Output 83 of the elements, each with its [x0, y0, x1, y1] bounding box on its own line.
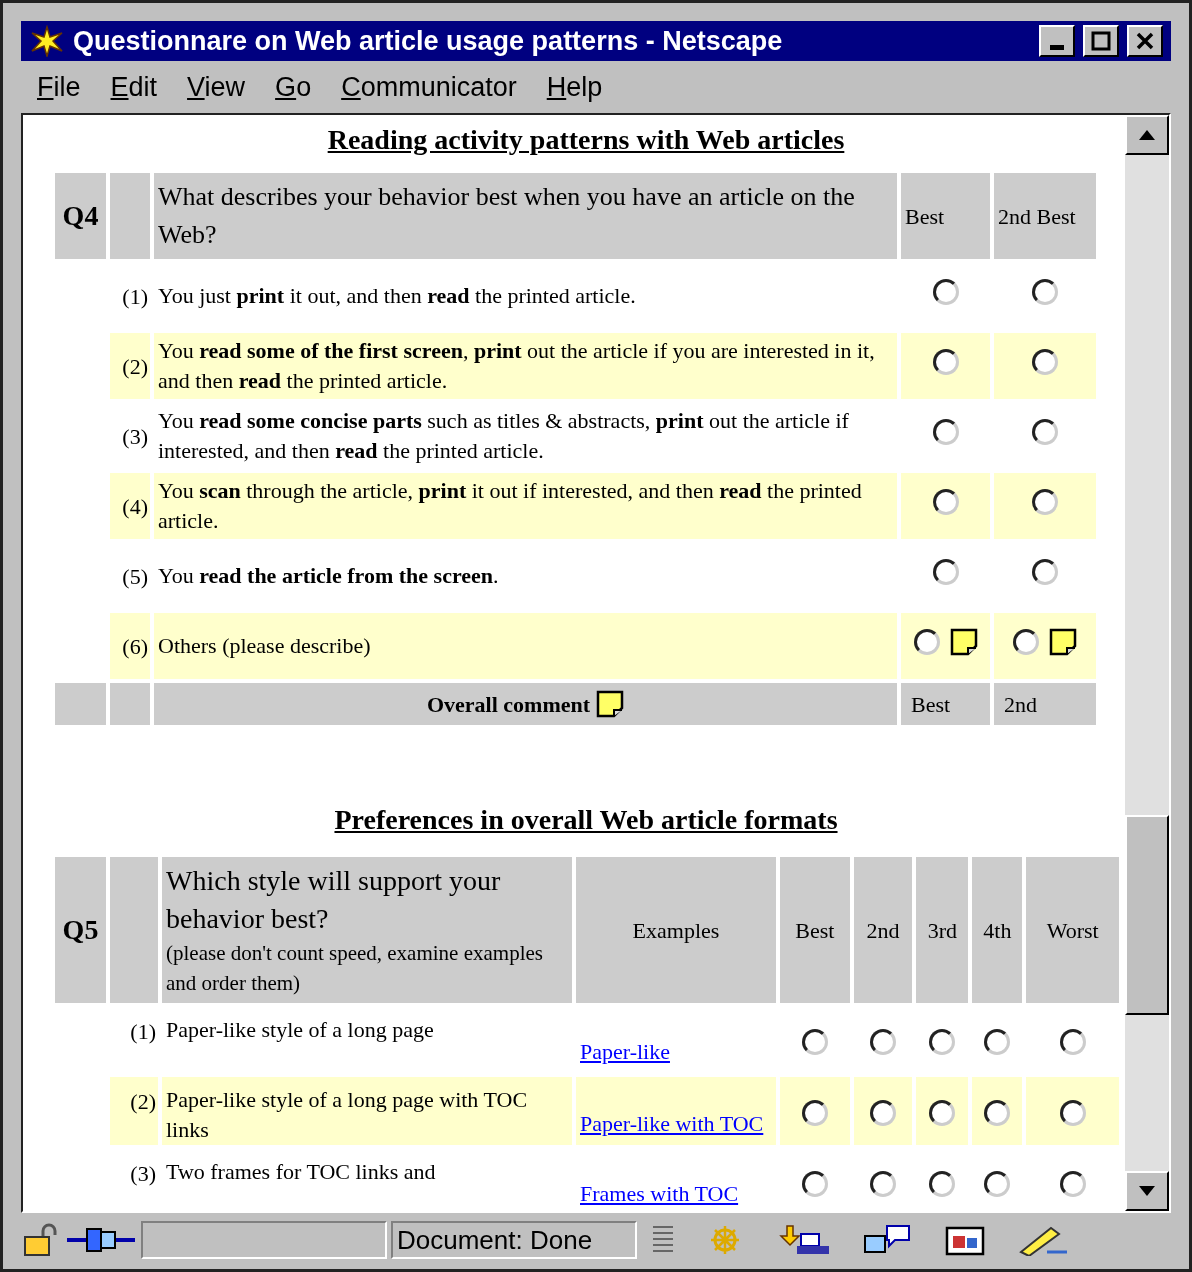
menu-item[interactable]: Go [275, 66, 312, 108]
radio-button[interactable] [869, 1171, 896, 1198]
option-text: You read some of the first screen, print out the article if you are interested in it, and then read the printed article. [154, 333, 897, 399]
scroll-up-button[interactable] [1125, 115, 1169, 155]
status-text: Document: Done [397, 1223, 593, 1257]
column-footer: 2nd [994, 683, 1096, 725]
scrollbar[interactable] [1125, 115, 1169, 1211]
question-text: What describes your behavior best when you have an article on the Web? [154, 173, 897, 259]
maximize-icon [1091, 31, 1111, 51]
radio-button[interactable] [1032, 558, 1058, 585]
minimize-button[interactable] [1039, 25, 1075, 57]
menu-item[interactable]: Edit [110, 66, 158, 108]
question-text: Which style will support your behavior best? [166, 864, 502, 936]
question-number: Q5 [55, 857, 106, 1003]
table-cell [55, 683, 106, 725]
radio-button[interactable] [1059, 1029, 1086, 1056]
radio-button[interactable] [929, 1171, 956, 1198]
column-header: 2nd [853, 857, 913, 1003]
menu-item[interactable]: File [37, 66, 81, 108]
column-header: Best [901, 173, 990, 259]
example-link[interactable]: Paper-like [580, 1039, 670, 1064]
row-label: (2) [110, 333, 150, 399]
scroll-thumb[interactable] [1125, 815, 1169, 1015]
option-text: Others (please describe) [154, 613, 897, 679]
app-icon [29, 25, 65, 57]
question-number: Q4 [55, 173, 106, 259]
address-book-icon[interactable] [943, 1224, 987, 1256]
radio-button[interactable] [801, 1029, 828, 1056]
radio-button[interactable] [929, 1029, 956, 1056]
column-header: 3rd [916, 857, 969, 1003]
radio-button[interactable] [869, 1029, 896, 1056]
radio-button[interactable] [869, 1100, 896, 1127]
radio-button[interactable] [932, 488, 959, 515]
scroll-down-button[interactable] [1125, 1171, 1169, 1211]
minimize-icon [1050, 44, 1064, 50]
option-text: Paper-like style of a long page with TOC links [162, 1077, 572, 1145]
table-cell [110, 683, 150, 725]
note-icon[interactable] [596, 690, 625, 718]
column-header: 4th [972, 857, 1023, 1003]
radio-button[interactable] [932, 278, 959, 305]
radio-button[interactable] [1032, 348, 1058, 375]
radio-button[interactable] [1032, 278, 1058, 305]
radio-button[interactable] [1013, 629, 1039, 655]
section-title: Preferences in overall Web article formats [334, 804, 838, 835]
radio-button[interactable] [1032, 418, 1058, 445]
note-icon[interactable] [949, 628, 978, 656]
radio-button[interactable] [984, 1100, 1011, 1127]
menu-item[interactable]: Help [546, 66, 603, 108]
chat-icon[interactable] [863, 1224, 913, 1256]
down-arrow-icon [1139, 1186, 1155, 1196]
column-header: Worst [1026, 857, 1119, 1003]
column-header: 2nd Best [994, 173, 1096, 259]
radio-button[interactable] [1059, 1171, 1086, 1198]
radio-button[interactable] [1032, 488, 1058, 515]
option-text: You scan through the article, print it out if interested, and then read the printed article. [154, 473, 897, 539]
column-footer: Best [901, 683, 990, 725]
question-hint: (please don't count speed, examine examples and order them) [166, 940, 544, 997]
example-link[interactable]: Frames with TOC [580, 1181, 739, 1206]
radio-button[interactable] [913, 629, 940, 655]
radio-button[interactable] [932, 348, 959, 375]
radio-button[interactable] [801, 1100, 828, 1127]
note-icon[interactable] [1049, 628, 1077, 656]
menu-item[interactable]: Communicator [341, 66, 517, 108]
radio-button[interactable] [984, 1029, 1011, 1056]
radio-button[interactable] [929, 1100, 956, 1127]
row-label: (6) [110, 613, 150, 679]
row-label: (2) [110, 1077, 158, 1145]
close-icon [1135, 31, 1155, 51]
section-title: Reading activity patterns with Web articles [327, 124, 845, 155]
column-header: Best [780, 857, 850, 1003]
window-title: Questionnare on Web article usage patterns - Netscape [73, 24, 784, 58]
comment-label: Overall comment [426, 690, 591, 719]
radio-button[interactable] [984, 1171, 1011, 1198]
radio-button[interactable] [932, 418, 959, 445]
menu-item[interactable]: View [187, 66, 246, 108]
close-button[interactable] [1127, 25, 1163, 57]
row-label: (4) [110, 473, 150, 539]
radio-button[interactable] [932, 558, 959, 585]
column-header: Examples [576, 857, 776, 1003]
up-arrow-icon [1139, 130, 1155, 140]
maximize-button[interactable] [1083, 25, 1119, 57]
radio-button[interactable] [801, 1171, 828, 1198]
radio-button[interactable] [1059, 1100, 1086, 1127]
